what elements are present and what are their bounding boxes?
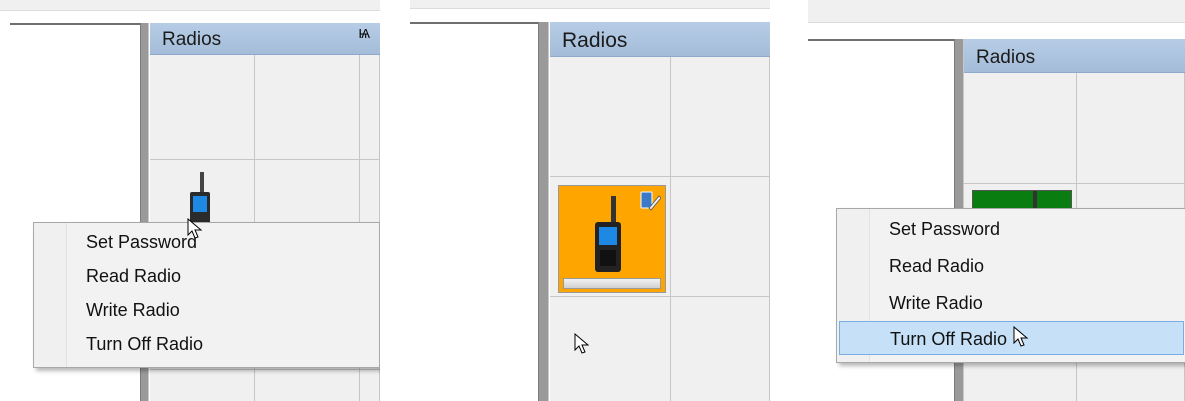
splitter-bar[interactable] [538,22,549,401]
top-strip [0,0,380,11]
radio-slot[interactable] [550,177,671,297]
menu-item-read-radio[interactable]: Read Radio [36,259,377,293]
menu-item-write-radio[interactable]: Write Radio [839,286,1184,320]
radios-pane-header: Radios [550,22,770,57]
radio-antenna [1033,191,1037,209]
mouse-cursor-icon [1013,326,1029,347]
radio-icon [595,196,621,272]
top-strip [808,0,1185,23]
radio-status-bar [563,278,661,289]
radio-slot[interactable] [550,297,671,401]
radio-slot[interactable] [255,370,360,401]
window-edge-line [410,22,540,24]
radio-slot[interactable] [671,177,770,297]
radio-slot[interactable] [671,57,770,177]
radio-tile[interactable] [558,185,666,293]
menu-item-read-radio[interactable]: Read Radio [839,249,1184,283]
radios-pane-title: Radios [976,47,1036,68]
menu-item-turn-off-radio[interactable]: Turn Off Radio [36,327,377,361]
radios-pane-title: Radios [562,29,628,52]
screenshot-panel-3: Radios Set Password Read Radio Write Rad… [808,0,1185,401]
top-strip [410,0,770,9]
menu-item-turn-off-radio[interactable]: Turn Off Radio [839,321,1184,355]
radio-slot[interactable] [150,55,255,160]
radio-slot[interactable] [360,55,380,160]
mouse-cursor-icon [574,333,590,354]
menu-item-set-password[interactable]: Set Password [839,212,1184,246]
screenshot-panel-2: Radios [410,0,770,401]
edit-badge-icon [640,191,661,211]
radio-slot[interactable] [150,370,255,401]
window-edge-line [808,39,958,41]
screenshot-panel-1: Radios Ѩ Set Password Read Radio Write R… [0,0,380,401]
context-menu: Set Password Read Radio Write Radio Turn… [836,208,1185,363]
window-edge-line [10,23,142,25]
radio-slot[interactable] [1077,73,1185,184]
radio-slot[interactable] [360,370,380,401]
menu-item-write-radio[interactable]: Write Radio [36,293,377,327]
mouse-cursor-icon [187,218,203,239]
radios-pane-header: Radios Ѩ [150,23,380,55]
radios-pane: Radios [550,22,770,401]
radio-grid [550,57,770,401]
radios-pane-header: Radios [964,39,1185,73]
radio-slot[interactable] [255,55,360,160]
radio-slot[interactable] [964,73,1077,184]
menu-item-set-password[interactable]: Set Password [36,225,377,259]
radio-slot[interactable] [671,297,770,401]
context-menu: Set Password Read Radio Write Radio Turn… [33,222,380,368]
radio-slot[interactable] [550,57,671,177]
radios-pane-title: Radios [162,29,222,50]
pin-icon[interactable]: Ѩ [358,26,370,41]
